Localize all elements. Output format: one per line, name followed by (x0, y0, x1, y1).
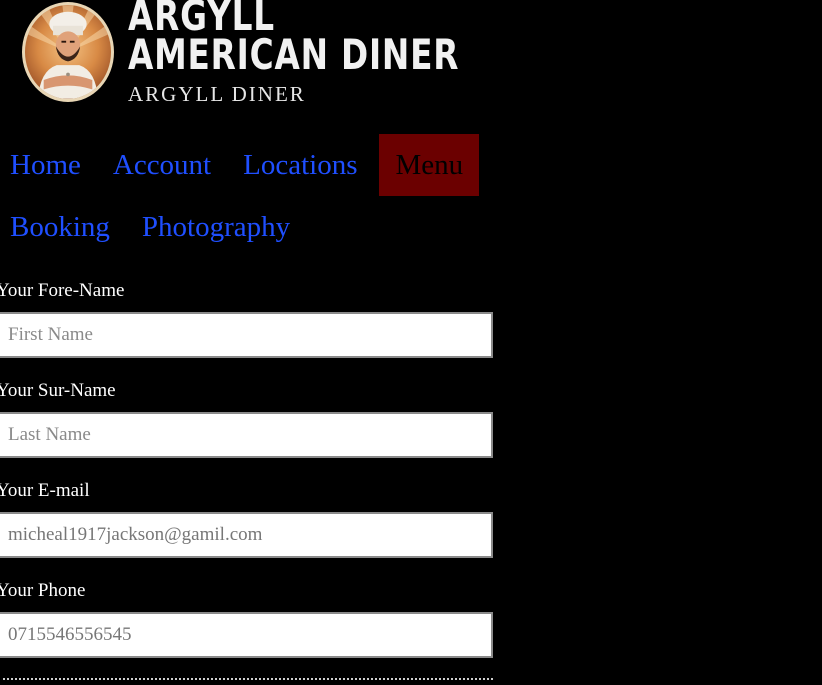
nav-link-account[interactable]: Account (103, 134, 227, 196)
phone-label: Your Phone (0, 580, 86, 601)
surname-field: Your Sur-Name Last Name (0, 378, 500, 478)
nav-link-home[interactable]: Home (0, 134, 97, 196)
email-input[interactable]: micheal1917jackson@gamil.com (0, 512, 493, 558)
logo-title-line2: AMERICAN DINER (128, 30, 460, 79)
booking-form: Your Fore-Name First Name Your Sur-Name … (0, 278, 500, 678)
surname-input[interactable]: Last Name (0, 412, 493, 458)
forename-field: Your Fore-Name First Name (0, 278, 500, 378)
email-label: Your E-mail (0, 480, 90, 501)
nav-row-1: Home Account Locations Menu (0, 134, 500, 196)
site-logo[interactable]: ARGYLL AMERICAN DINER ARGYLL DINER (20, 0, 459, 112)
surname-label: Your Sur-Name (0, 380, 116, 401)
page: ARGYLL AMERICAN DINER ARGYLL DINER Home … (0, 0, 822, 685)
phone-field: Your Phone 0715546556545 (0, 578, 500, 678)
nav-row-2: Booking Photography (0, 196, 500, 258)
next-field-top-border (0, 678, 493, 682)
logo-subtitle: ARGYLL DINER (128, 82, 306, 106)
nav-link-locations[interactable]: Locations (233, 134, 373, 196)
email-field: Your E-mail micheal1917jackson@gamil.com (0, 478, 500, 578)
main-nav: Home Account Locations Menu Booking Phot… (0, 134, 500, 258)
nav-link-booking[interactable]: Booking (0, 196, 126, 258)
nav-link-photography[interactable]: Photography (132, 196, 306, 258)
forename-input[interactable]: First Name (0, 312, 493, 358)
chef-mascot-icon (22, 2, 114, 102)
phone-input[interactable]: 0715546556545 (0, 612, 493, 658)
forename-label: Your Fore-Name (0, 280, 125, 301)
nav-link-menu[interactable]: Menu (379, 134, 480, 196)
